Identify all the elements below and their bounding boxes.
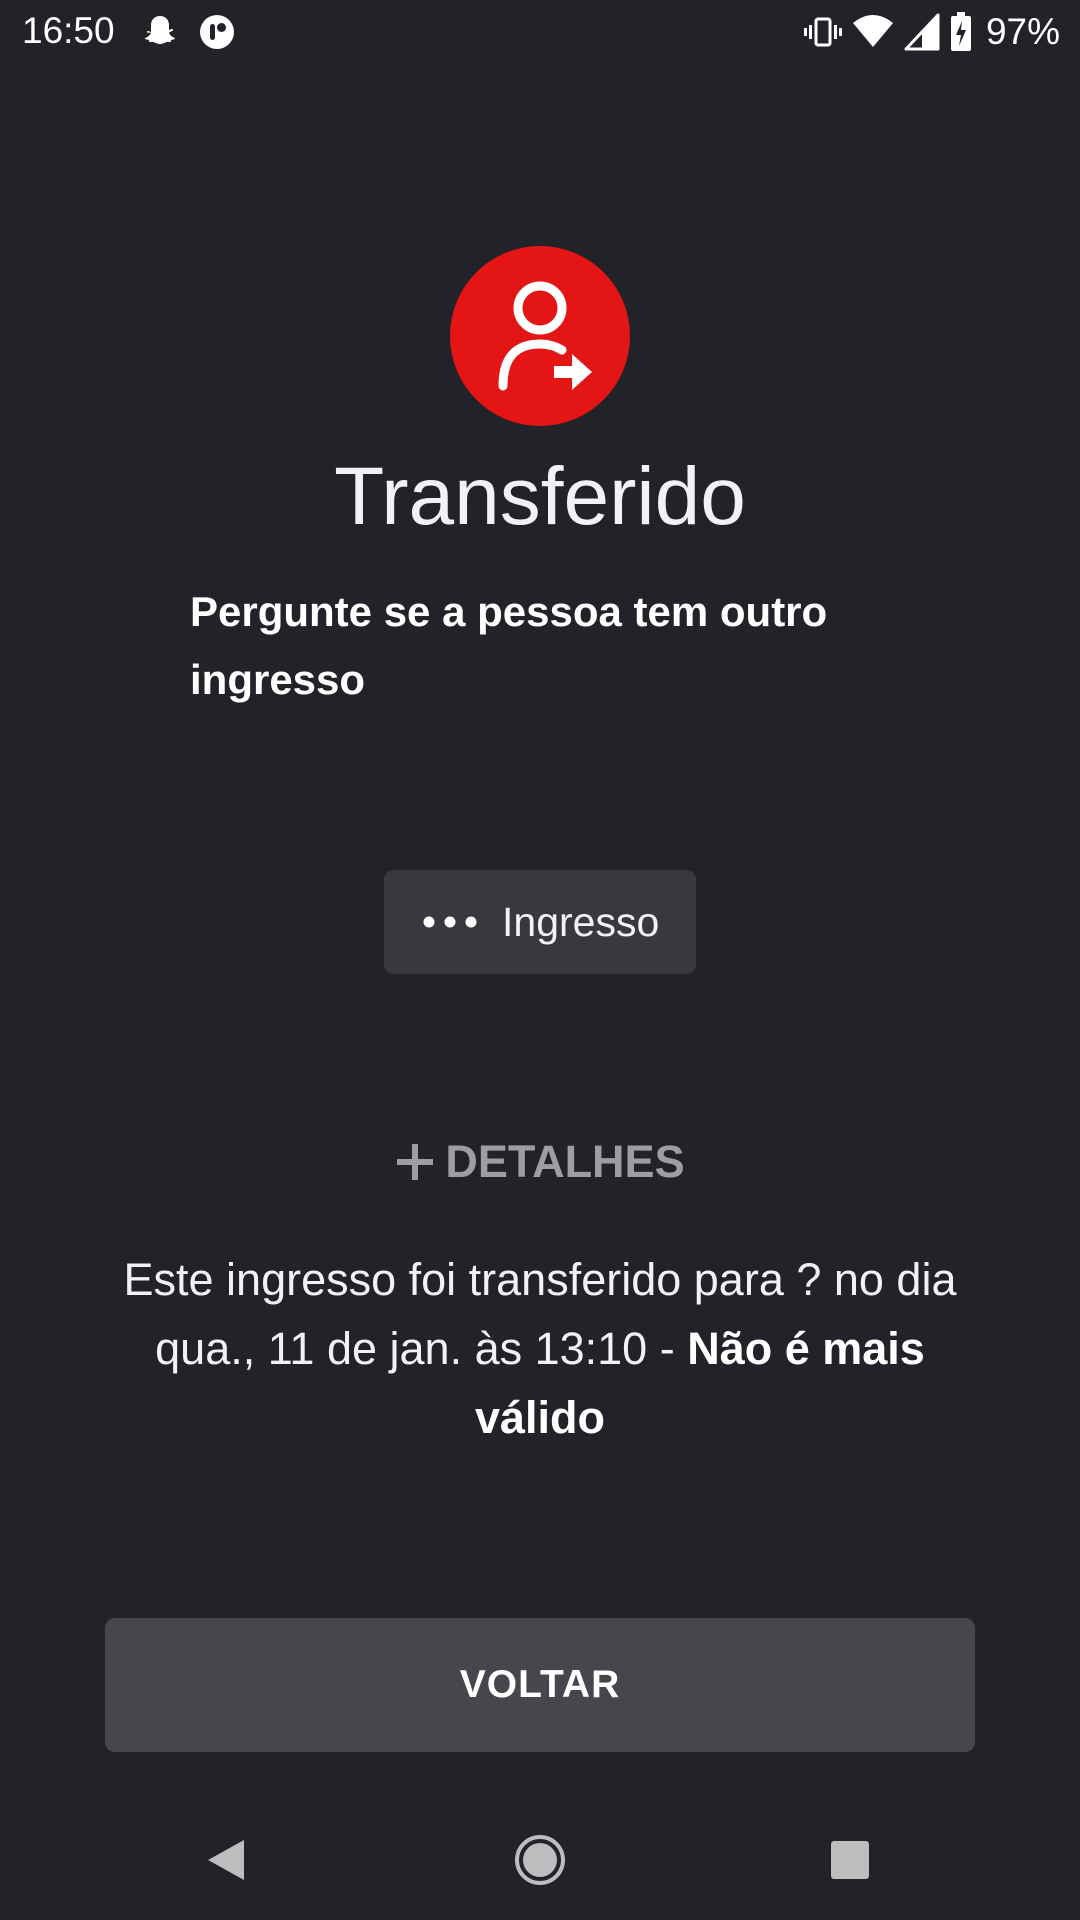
status-bar: 16:50 97% [0,0,1080,64]
person-transfer-icon [450,246,630,426]
details-label: DETALHES [445,1136,685,1187]
transfer-info-text: Este ingresso foi transferido para ? no … [100,1245,980,1452]
back-triangle-icon[interactable] [196,1830,256,1890]
back-button[interactable]: VOLTAR [105,1618,975,1752]
home-circle-icon[interactable] [510,1830,570,1890]
cellular-signal-icon [904,13,940,51]
ticket-options-chip[interactable]: Ingresso [384,870,696,974]
app-notification-icon [200,15,234,49]
battery-percentage: 97% [985,11,1060,52]
details-toggle[interactable]: DETALHES [0,1136,1080,1188]
back-button-label: VOLTAR [459,1663,621,1706]
status-right-group: 97% [803,10,1060,54]
wifi-icon [852,15,893,47]
vibrate-icon [803,17,842,47]
page-subtitle: Pergunte se a pessoa tem outro ingresso [190,588,828,703]
ticket-chip-label: Ingresso [502,898,660,945]
more-dots-icon [423,916,477,928]
system-nav-bar [0,1800,1080,1920]
status-time: 16:50 [22,10,115,51]
plus-icon [397,1144,434,1180]
snapchat-icon [144,16,176,44]
page-title: Transferido [334,451,746,542]
recents-square-icon[interactable] [820,1830,880,1890]
battery-charging-icon [950,12,971,51]
